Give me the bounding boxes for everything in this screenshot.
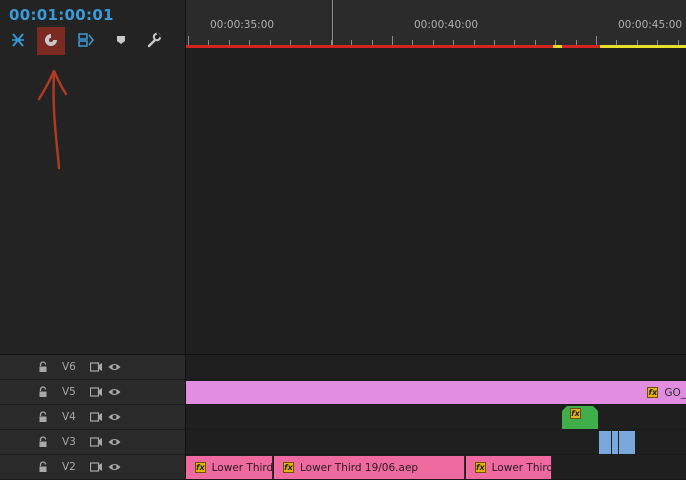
toggle-sync-lock-icon[interactable] (90, 437, 102, 447)
track-name: V4 (62, 411, 76, 423)
fx-badge-icon: fx (475, 462, 486, 473)
lock-icon[interactable] (38, 436, 48, 448)
track-header-v6[interactable]: V6 (0, 355, 185, 380)
clip-label: Lower Third 19/06.aep (300, 461, 419, 474)
track-header-v4[interactable]: V4 (0, 405, 185, 430)
add-marker-icon (117, 36, 125, 44)
track-name: V3 (62, 436, 76, 448)
clip-v2-2[interactable]: fx Lower Third 19/06.aep (274, 456, 465, 479)
track-name: V2 (62, 461, 76, 473)
lock-icon[interactable] (38, 411, 48, 423)
track-header-v2[interactable]: V2 (0, 455, 185, 480)
clip-label: Lower Third (491, 461, 552, 474)
eye-icon[interactable] (108, 412, 121, 422)
playhead-timecode[interactable]: 00:01:00:01 (9, 6, 114, 24)
track-header-v3[interactable]: V3 (0, 430, 185, 455)
toggle-sync-lock-icon[interactable] (90, 362, 102, 372)
lock-icon[interactable] (38, 461, 48, 473)
lock-icon[interactable] (38, 361, 48, 373)
annotation-arrow-icon (37, 69, 68, 170)
ruler-divider-line (332, 0, 333, 46)
track-row-v3[interactable] (186, 430, 686, 455)
add-marker-button[interactable] (110, 30, 132, 50)
lock-icon[interactable] (38, 386, 48, 398)
fx-badge-icon: fx (283, 462, 294, 473)
clip-label: GO_ (664, 386, 686, 399)
linked-selection-button[interactable] (75, 30, 97, 50)
clip-v5[interactable]: fx GO_ (186, 381, 686, 404)
timeline-empty-area[interactable] (186, 48, 686, 355)
timeline-settings-icon (147, 32, 162, 48)
clip-label: Lower Third (211, 461, 273, 474)
eye-icon[interactable] (108, 462, 121, 472)
toggle-sync-lock-icon[interactable] (90, 387, 102, 397)
clip-v3-b[interactable] (612, 431, 618, 454)
track-header-v5[interactable]: V5 (0, 380, 185, 405)
ruler-label-2: 00:00:40:00 (414, 19, 479, 31)
clip-v2-3[interactable]: fx Lower Third (466, 456, 552, 479)
snap-button[interactable] (40, 30, 62, 50)
timeline-settings-button[interactable] (143, 30, 165, 50)
linked-selection-icon (78, 33, 94, 47)
clip-v3-c[interactable] (619, 431, 635, 454)
nest-sequence-icon (12, 33, 24, 47)
clip-v2-1[interactable]: fx Lower Third (186, 456, 273, 479)
clip-v3-a[interactable] (599, 431, 611, 454)
clip-corner-marks (562, 406, 598, 411)
toggle-sync-lock-icon[interactable] (90, 462, 102, 472)
ruler-label-1: 00:00:35:00 (210, 19, 275, 31)
toggle-sync-lock-icon[interactable] (90, 412, 102, 422)
track-name: V6 (62, 361, 76, 373)
track-row-v4[interactable] (186, 405, 686, 430)
track-name: V5 (62, 386, 76, 398)
eye-icon[interactable] (108, 362, 121, 372)
clip-v4[interactable]: fx (562, 406, 598, 429)
fx-badge-icon: fx (195, 462, 206, 473)
nest-sequence-button[interactable] (7, 30, 29, 50)
eye-icon[interactable] (108, 387, 121, 397)
snap-icon (45, 34, 57, 46)
eye-icon[interactable] (108, 437, 121, 447)
timeline-header-panel (0, 0, 185, 355)
track-row-v6[interactable] (186, 355, 686, 380)
ruler-label-3: 00:00:45:00 (618, 19, 683, 31)
fx-badge-icon: fx (647, 387, 659, 398)
time-ruler[interactable]: 00:00:35:00 00:00:40:00 00:00:45:00 (186, 0, 686, 46)
